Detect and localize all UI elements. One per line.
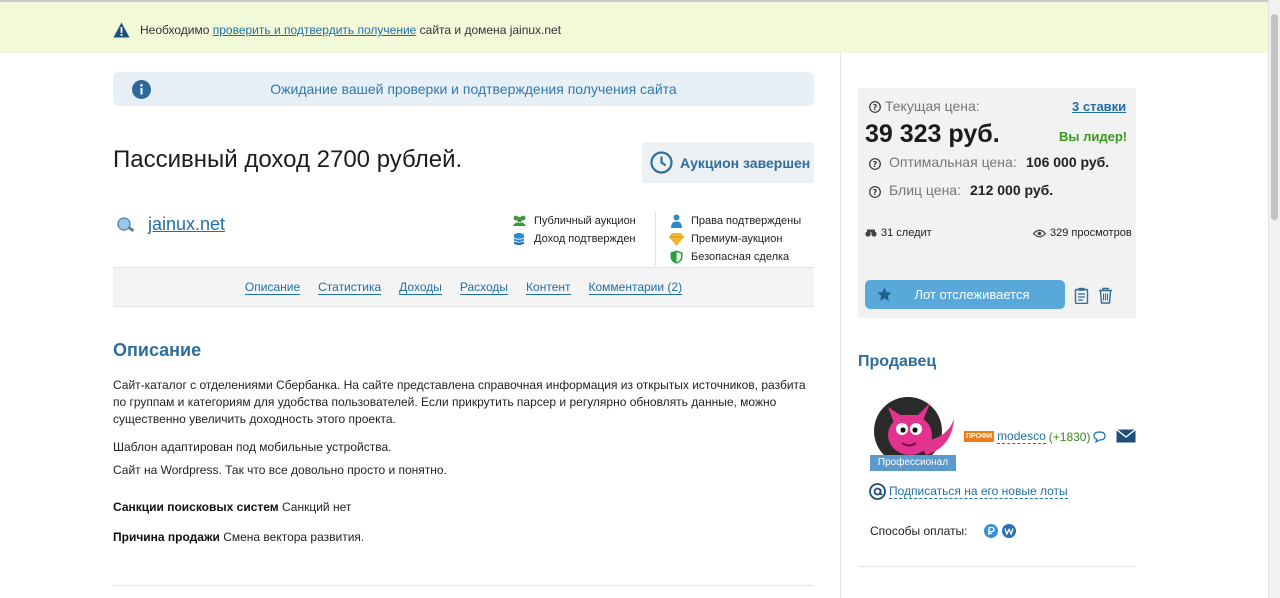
chat-icon[interactable] xyxy=(1093,430,1107,443)
description-mobile: Шаблон адаптирован под мобильные устройс… xyxy=(113,440,392,454)
current-price-value: 39 323 руб. xyxy=(865,120,1000,148)
binoculars-icon xyxy=(865,229,877,237)
sale-reason-label: Причина продажи xyxy=(113,530,220,544)
blitz-price-value: 212 000 руб. xyxy=(970,182,1054,198)
watch-lot-label: Лот отслеживается xyxy=(914,287,1030,302)
users-icon xyxy=(513,215,526,226)
feature-label: Права подтверждены xyxy=(691,215,802,227)
page-title: Пассивный доход 2700 рублей. xyxy=(113,146,463,173)
warning-icon xyxy=(113,22,130,38)
professional-badge: Профессионал xyxy=(870,455,956,471)
eye-icon xyxy=(1033,229,1046,237)
feature-public-auction: Публичный аукцион xyxy=(512,212,636,230)
seller-rating: (+1830) xyxy=(1048,429,1091,444)
clock-icon xyxy=(650,151,673,174)
seller-nick-link[interactable]: modesco xyxy=(997,429,1046,444)
seller-info: ПРОФИ modesco (+1830) xyxy=(964,429,1107,444)
svg-text:?: ? xyxy=(873,103,878,112)
domain-search-icon xyxy=(117,217,135,232)
tab-content[interactable]: Контент xyxy=(526,280,571,295)
content-divider xyxy=(113,585,814,586)
followers-text: 31 следит xyxy=(881,227,932,239)
ruble-payment-icon xyxy=(983,524,998,538)
domain-link[interactable]: jainux.net xyxy=(148,214,225,235)
notice-prefix: Необходимо xyxy=(140,23,213,37)
verification-notice: Необходимо проверить и подтвердить получ… xyxy=(0,0,1268,53)
description-paragraph: Сайт-каталог с отделениями Сбербанка. На… xyxy=(113,378,806,426)
notice-text: Необходимо проверить и подтвердить получ… xyxy=(140,23,561,37)
waiting-banner-text: Ожидание вашей проверки и подтверждения … xyxy=(270,81,677,97)
current-price-label: Текущая цена: xyxy=(885,98,980,114)
sale-reason-value: Смена вектора развития. xyxy=(219,530,365,544)
auction-state-badge: Аукцион завершен xyxy=(642,142,814,183)
sanctions-value: Санкций нет xyxy=(278,500,352,514)
feature-premium-auction: Премиум-аукцион xyxy=(669,230,801,248)
page-scrollbar[interactable] xyxy=(1268,0,1280,598)
trash-icon[interactable] xyxy=(1098,287,1113,304)
feature-label: Премиум-аукцион xyxy=(691,233,783,245)
leader-status: Вы лидер! xyxy=(1059,129,1128,144)
blitz-price-label: Блиц цена: xyxy=(889,182,961,198)
description-heading: Описание xyxy=(113,340,202,360)
help-icon[interactable]: ? xyxy=(869,101,881,113)
features-separator xyxy=(655,212,656,266)
clipboard-icon[interactable] xyxy=(1074,287,1089,304)
features-column-2: Права подтверждены Премиум-аукцион Безоп… xyxy=(669,212,801,266)
optimal-price-value: 106 000 руб. xyxy=(1026,154,1110,170)
tab-description[interactable]: Описание xyxy=(244,280,301,295)
shield-icon xyxy=(670,250,683,264)
svg-text:?: ? xyxy=(873,188,878,197)
subscribe-link[interactable]: Подписаться на его новые лоты xyxy=(889,484,1068,499)
payment-label: Способы оплаты: xyxy=(870,524,968,538)
at-sign-icon xyxy=(869,483,886,500)
pro-tag: ПРОФИ xyxy=(964,431,995,442)
notice-suffix: сайта и домена jainux.net xyxy=(416,23,562,37)
sale-reason-row: Причина продажи Смена вектора развития. xyxy=(113,529,818,546)
subscribe-block: Подписаться на его новые лоты xyxy=(869,483,1068,500)
tab-comments[interactable]: Комментарии (2) xyxy=(588,280,683,295)
lot-tabs: Описание Статистика Доходы Расходы Конте… xyxy=(113,267,814,307)
tab-statistics[interactable]: Статистика xyxy=(318,280,382,295)
seller-heading: Продавец xyxy=(858,353,937,370)
sanctions-label: Санкции поисковых систем xyxy=(113,500,279,514)
feature-safe-deal: Безопасная сделка xyxy=(669,248,801,266)
person-icon xyxy=(671,214,682,228)
webmoney-payment-icon xyxy=(1001,524,1016,538)
price-panel: ? Текущая цена: 3 ставки 39 323 руб. Вы … xyxy=(858,88,1136,318)
diamond-icon xyxy=(669,233,684,246)
feature-label: Публичный аукцион xyxy=(534,215,636,227)
column-divider xyxy=(840,53,841,598)
description-cms: Сайт на Wordpress. Так что все довольно … xyxy=(113,463,447,477)
mail-icon[interactable] xyxy=(1116,429,1136,443)
help-icon[interactable]: ? xyxy=(869,158,881,170)
optimal-price-label: Оптимальная цена: xyxy=(889,154,1017,170)
tab-expenses[interactable]: Расходы xyxy=(459,280,509,295)
svg-text:?: ? xyxy=(873,160,878,169)
scrollbar-thumb[interactable] xyxy=(1271,14,1278,220)
coins-icon xyxy=(513,233,525,245)
followers-count: 31 следит xyxy=(865,227,932,239)
views-text: 329 просмотров xyxy=(1050,227,1132,239)
auction-state-text: Аукцион завершен xyxy=(680,155,811,171)
sanctions-row: Санкции поисковых систем Санкций нет xyxy=(113,499,818,516)
waiting-banner: Ожидание вашей проверки и подтверждения … xyxy=(113,72,814,106)
payment-methods: Способы оплаты: xyxy=(870,524,1016,538)
features-column-1: Публичный аукцион Доход подтвержден xyxy=(512,212,636,248)
bids-link[interactable]: 3 ставки xyxy=(1072,99,1126,114)
feature-income-verified: Доход подтвержден xyxy=(512,230,636,248)
verify-link[interactable]: проверить и подтвердить получение xyxy=(213,23,417,37)
feature-label: Безопасная сделка xyxy=(691,251,790,263)
watch-lot-button[interactable]: Лот отслеживается xyxy=(865,280,1065,309)
tab-income[interactable]: Доходы xyxy=(399,280,442,295)
help-icon[interactable]: ? xyxy=(869,186,881,198)
sidebar-divider xyxy=(858,566,1135,567)
feature-label: Доход подтвержден xyxy=(534,233,636,245)
views-count: 329 просмотров xyxy=(1033,227,1132,239)
feature-rights-verified: Права подтверждены xyxy=(669,212,801,230)
